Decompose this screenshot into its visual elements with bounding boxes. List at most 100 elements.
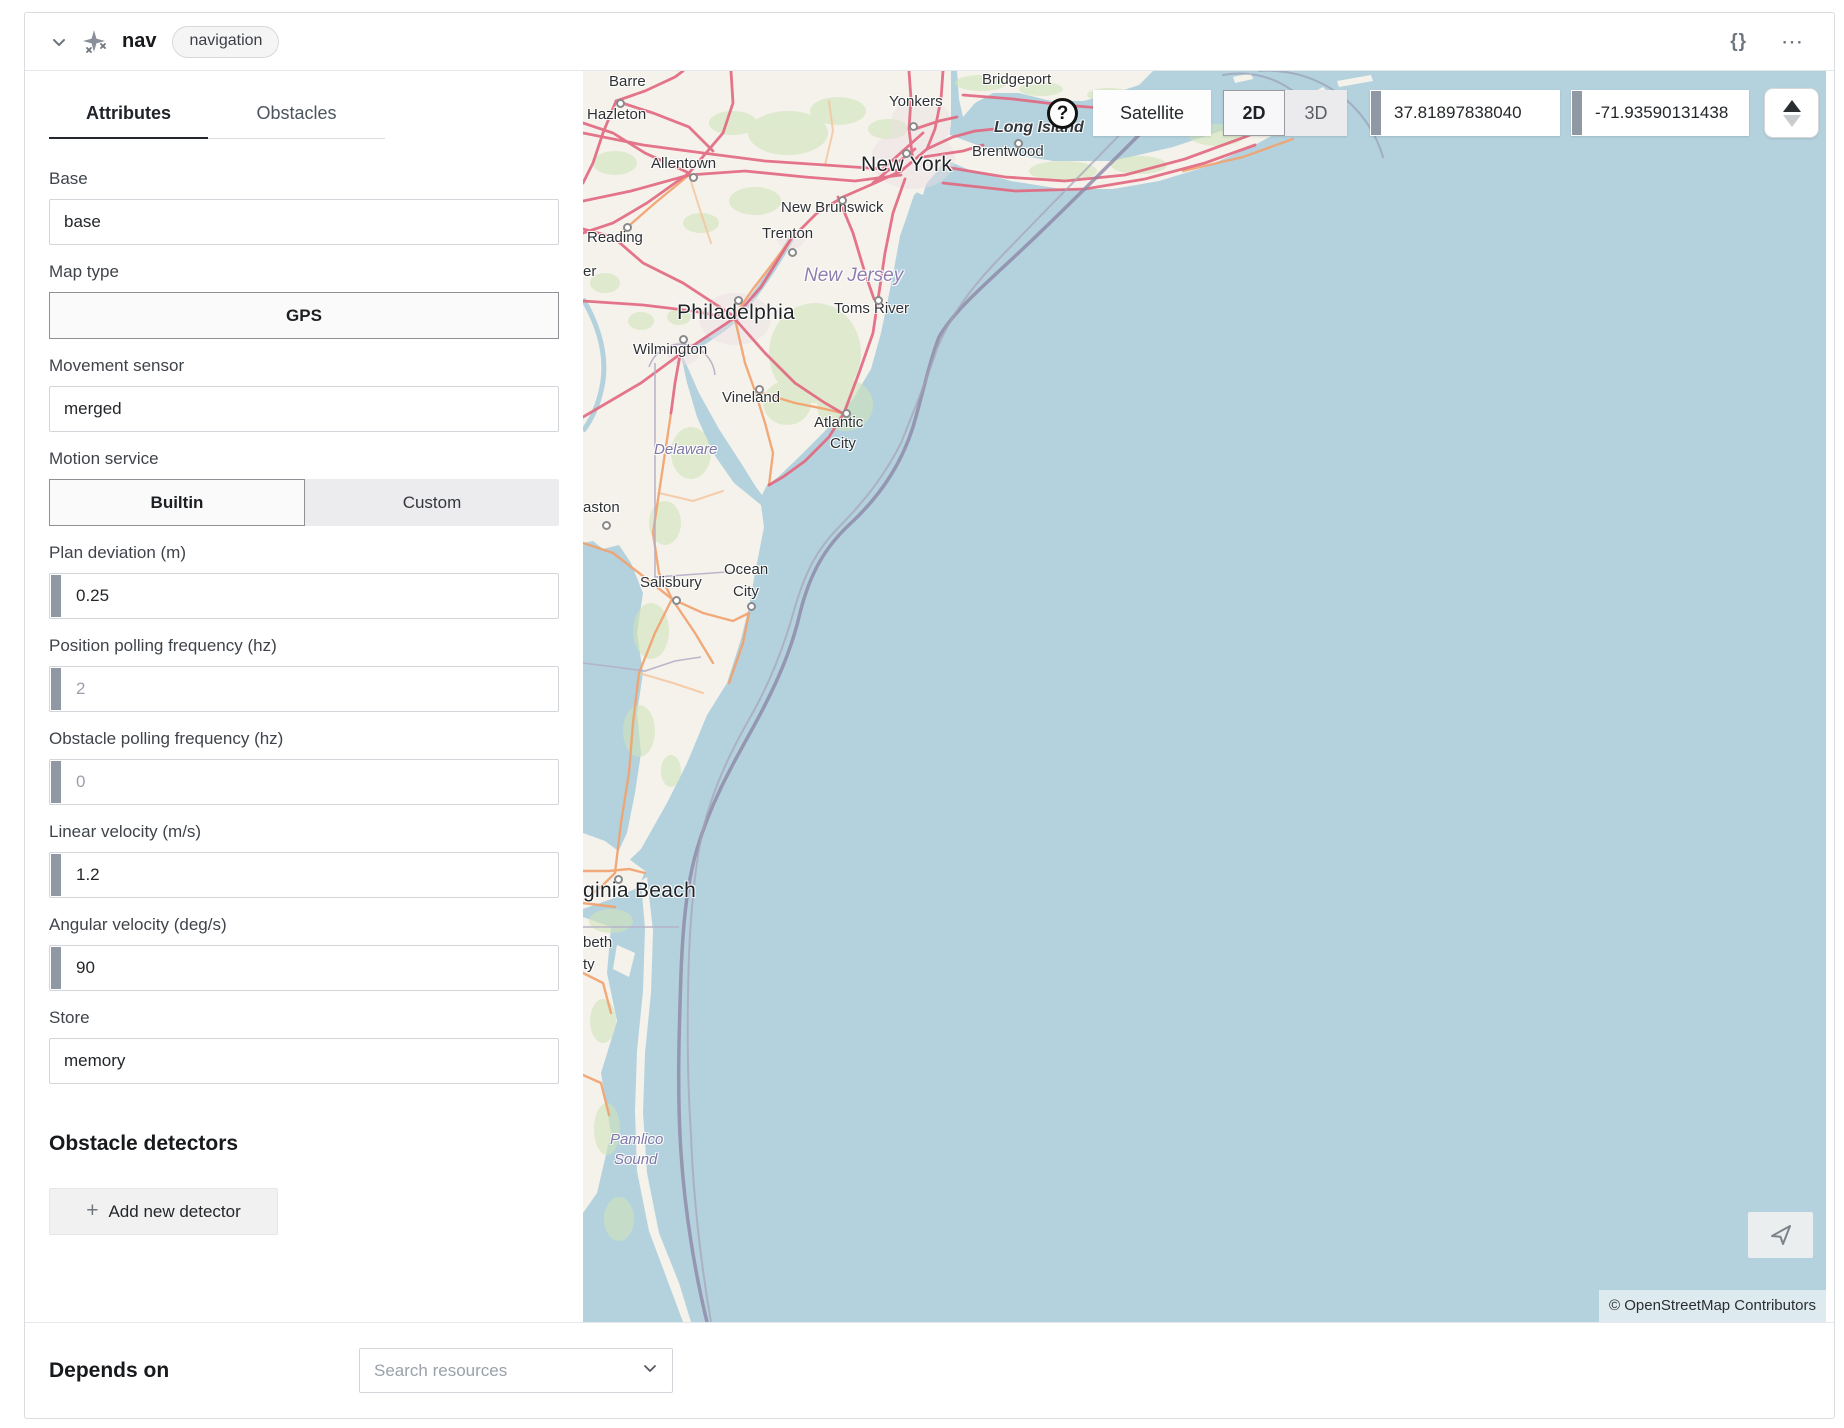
map-label: Bridgeport bbox=[982, 71, 1051, 88]
linear-velocity-input[interactable]: 1.2 bbox=[49, 852, 559, 898]
map-label: City bbox=[733, 583, 759, 600]
map-attribution[interactable]: © OpenStreetMap Contributors bbox=[1599, 1290, 1826, 1322]
satellite-toggle-button[interactable]: Satellite bbox=[1093, 90, 1211, 136]
coordinate-stepper[interactable] bbox=[1764, 88, 1819, 138]
recenter-button[interactable] bbox=[1748, 1212, 1813, 1258]
city-marker bbox=[672, 596, 681, 605]
store-value: memory bbox=[64, 1051, 125, 1071]
map-label: Toms River bbox=[834, 300, 909, 317]
map-label: ty bbox=[583, 956, 595, 973]
step-up-icon bbox=[1783, 100, 1801, 112]
map-type-label: Map type bbox=[49, 262, 559, 282]
add-detector-label: Add new detector bbox=[108, 1202, 240, 1222]
map-label: ginia Beach bbox=[583, 879, 696, 903]
json-mode-icon[interactable]: {} bbox=[1730, 31, 1747, 53]
map-label: Sound bbox=[614, 1151, 657, 1168]
map-label: New Brunswick bbox=[781, 199, 884, 216]
movement-sensor-value: merged bbox=[64, 399, 122, 419]
map-label: Ocean bbox=[724, 561, 768, 578]
city-marker bbox=[614, 875, 623, 884]
linear-velocity-value: 1.2 bbox=[76, 865, 100, 885]
depends-on-heading: Depends on bbox=[49, 1359, 359, 1383]
city-marker bbox=[902, 149, 911, 158]
depends-on-select[interactable]: Search resources bbox=[359, 1348, 673, 1393]
movement-sensor-input[interactable]: merged bbox=[49, 386, 559, 432]
map-label: Trenton bbox=[762, 225, 813, 242]
city-marker bbox=[602, 521, 611, 530]
motion-service-segment: Builtin Custom bbox=[49, 479, 559, 526]
add-detector-button[interactable]: + Add new detector bbox=[49, 1188, 278, 1235]
plan-deviation-input[interactable]: 0.25 bbox=[49, 573, 559, 619]
tab-obstacles[interactable]: Obstacles bbox=[208, 93, 385, 138]
location-arrow-icon bbox=[1768, 1222, 1794, 1248]
mode-3d-button[interactable]: 3D bbox=[1285, 90, 1347, 136]
map-label: Salisbury bbox=[640, 574, 702, 591]
city-marker bbox=[623, 223, 632, 232]
base-input[interactable]: base bbox=[49, 199, 559, 245]
position-polling-input[interactable]: 2 bbox=[49, 666, 559, 712]
collapse-chevron-icon[interactable] bbox=[46, 29, 72, 55]
map-label: Pamlico bbox=[610, 1131, 663, 1148]
navigation-service-icon bbox=[80, 27, 110, 57]
position-polling-placeholder: 2 bbox=[76, 679, 85, 699]
plan-deviation-value: 0.25 bbox=[76, 586, 109, 606]
number-input-bar bbox=[1371, 91, 1381, 135]
longitude-input[interactable]: -71.93590131438 bbox=[1571, 90, 1749, 136]
city-marker bbox=[909, 122, 918, 131]
motion-custom-button[interactable]: Custom bbox=[305, 479, 559, 526]
map-label: Vineland bbox=[722, 389, 780, 406]
map-label: er bbox=[583, 263, 596, 280]
map-label: Reading bbox=[587, 229, 643, 246]
map-label: beth bbox=[583, 934, 612, 951]
resource-card: nav navigation {} ⋯ Attributes Obstacles… bbox=[24, 12, 1835, 1419]
overflow-menu-icon[interactable]: ⋯ bbox=[1781, 29, 1804, 55]
chevron-down-icon bbox=[642, 1360, 658, 1381]
plan-deviation-label: Plan deviation (m) bbox=[49, 543, 559, 563]
card-header: nav navigation {} ⋯ bbox=[25, 13, 1834, 71]
obstacle-polling-placeholder: 0 bbox=[76, 772, 85, 792]
map-type-segment: GPS bbox=[49, 292, 559, 339]
attributes-panel: Attributes Obstacles Base base Map type … bbox=[25, 71, 583, 1322]
number-input-bar bbox=[51, 761, 61, 803]
map-label: New Jersey bbox=[804, 265, 903, 287]
city-marker bbox=[838, 196, 847, 205]
base-label: Base bbox=[49, 169, 559, 189]
number-input-bar bbox=[51, 854, 61, 896]
help-icon[interactable]: ? bbox=[1047, 98, 1078, 129]
map-mode-toggle: 2D 3D bbox=[1223, 90, 1347, 136]
city-marker bbox=[734, 296, 743, 305]
angular-velocity-value: 90 bbox=[76, 958, 95, 978]
map-label: Yonkers bbox=[889, 93, 943, 110]
store-input[interactable]: memory bbox=[49, 1038, 559, 1084]
map-label: Atlantic bbox=[814, 414, 863, 431]
map-labels-layer: BarreHazletonYonkersBridgeportLong Islan… bbox=[583, 71, 1826, 1322]
city-marker bbox=[689, 173, 698, 182]
map-type-gps-button[interactable]: GPS bbox=[49, 292, 559, 339]
angular-velocity-input[interactable]: 90 bbox=[49, 945, 559, 991]
city-marker bbox=[679, 335, 688, 344]
longitude-value: -71.93590131438 bbox=[1595, 103, 1728, 123]
tab-attributes[interactable]: Attributes bbox=[49, 93, 208, 139]
latitude-input[interactable]: 37.81897838040 bbox=[1370, 90, 1560, 136]
motion-builtin-button[interactable]: Builtin bbox=[49, 479, 305, 526]
card-body: Attributes Obstacles Base base Map type … bbox=[25, 71, 1834, 1322]
motion-service-label: Motion service bbox=[49, 449, 559, 469]
city-marker bbox=[788, 248, 797, 257]
map-label: Barre bbox=[609, 73, 646, 90]
step-down-icon bbox=[1783, 115, 1801, 127]
city-marker bbox=[616, 99, 625, 108]
obstacle-polling-label: Obstacle polling frequency (hz) bbox=[49, 729, 559, 749]
base-value: base bbox=[64, 212, 101, 232]
resource-type-badge: navigation bbox=[172, 26, 279, 58]
mode-2d-button[interactable]: 2D bbox=[1223, 90, 1285, 136]
map-label: aston bbox=[583, 499, 620, 516]
map-label: Wilmington bbox=[633, 341, 707, 358]
map-canvas[interactable]: BarreHazletonYonkersBridgeportLong Islan… bbox=[583, 71, 1826, 1322]
linear-velocity-label: Linear velocity (m/s) bbox=[49, 822, 559, 842]
angular-velocity-label: Angular velocity (deg/s) bbox=[49, 915, 559, 935]
map-label: Hazleton bbox=[587, 106, 646, 123]
obstacle-polling-input[interactable]: 0 bbox=[49, 759, 559, 805]
number-input-bar bbox=[51, 947, 61, 989]
city-marker bbox=[755, 385, 764, 394]
obstacle-detectors-heading: Obstacle detectors bbox=[49, 1132, 559, 1156]
